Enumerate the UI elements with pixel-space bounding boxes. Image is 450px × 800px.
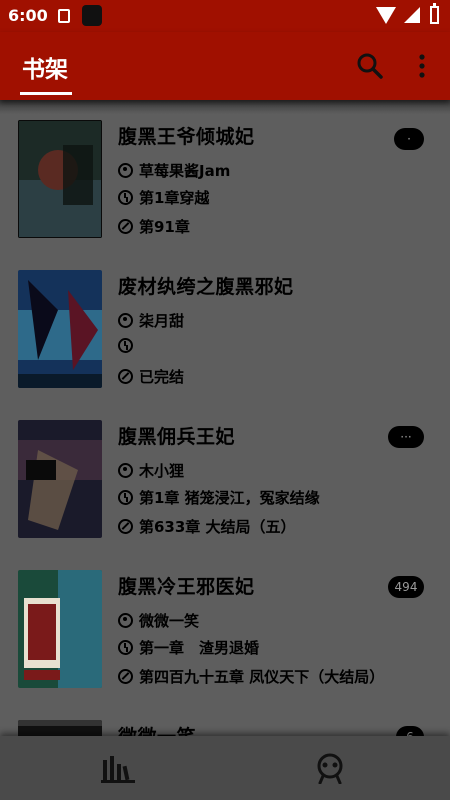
unread-badge: 6 (396, 726, 424, 736)
book-title: 腹黑冷王邪医妃 (118, 576, 255, 598)
compass-icon (118, 669, 133, 684)
book-title: 废材纨绔之腹黑邪妃 (118, 276, 294, 298)
book-read-chapter (118, 337, 139, 355)
book-title: 微微一笑 (118, 722, 196, 736)
book-item[interactable]: 废材纨绔之腹黑邪妃 柒月甜 已完结 (0, 254, 450, 388)
book-item[interactable]: 腹黑冷王邪医妃 微微一笑 第一章 渣男退婚 第四百九十五章 凤仪天下（大结局） … (0, 554, 450, 688)
compass-icon (118, 369, 133, 384)
book-latest-chapter: 第633章 大结局（五） (118, 516, 296, 537)
status-time: 6:00 (8, 6, 48, 25)
unread-badge: 494 (388, 576, 424, 598)
book-latest-chapter: 第四百九十五章 凤仪天下（大结局） (118, 666, 384, 687)
more-vert-icon[interactable] (414, 52, 430, 80)
book-latest-chapter: 已完结 (118, 366, 184, 387)
bookshelf-icon[interactable] (100, 752, 136, 784)
book-latest-chapter: 第91章 (118, 216, 190, 237)
author-icon (118, 613, 133, 628)
book-author: 微微一笑 (118, 610, 199, 631)
book-item[interactable]: 微微一笑 6 (0, 704, 450, 736)
author-icon (118, 463, 133, 478)
bottom-nav (0, 736, 450, 800)
clock-icon (118, 190, 133, 205)
clock-icon (118, 338, 133, 353)
author-icon (118, 163, 133, 178)
discover-icon[interactable] (314, 752, 346, 784)
book-cover (18, 270, 102, 388)
unread-badge: · (394, 128, 424, 150)
book-title: 腹黑佣兵王妃 (118, 426, 236, 448)
book-author: 柒月甜 (118, 310, 184, 331)
book-read-chapter: 第1章 猪笼浸江，冤家结缘 (118, 487, 320, 508)
book-read-chapter: 第一章 渣男退婚 (118, 637, 259, 658)
search-icon[interactable] (356, 52, 384, 80)
compass-icon (118, 519, 133, 534)
book-author: 木小狸 (118, 460, 184, 481)
app-bar: 书架 (0, 32, 450, 100)
book-cover (18, 720, 102, 736)
book-cover (18, 570, 102, 688)
book-cover (18, 420, 102, 538)
unread-badge: ··· (388, 426, 424, 448)
compass-icon (118, 219, 133, 234)
tab-bookshelf[interactable]: 书架 (22, 50, 68, 84)
signal-icon (404, 7, 420, 23)
book-read-chapter: 第1章穿越 (118, 187, 209, 208)
app-icon (82, 5, 102, 26)
author-icon (118, 313, 133, 328)
wifi-icon (376, 7, 396, 24)
tab-indicator (20, 92, 72, 95)
battery-icon (430, 3, 439, 24)
book-item[interactable]: 腹黑王爷倾城妃 草莓果酱Jam 第1章穿越 第91章 · (0, 104, 450, 238)
book-cover (18, 120, 102, 238)
book-item[interactable]: 腹黑佣兵王妃 木小狸 第1章 猪笼浸江，冤家结缘 第633章 大结局（五） ··… (0, 404, 450, 538)
status-bar: 6:00 (0, 0, 450, 32)
notification-icon (58, 9, 70, 23)
book-title: 腹黑王爷倾城妃 (118, 126, 255, 148)
clock-icon (118, 490, 133, 505)
book-list[interactable]: 腹黑王爷倾城妃 草莓果酱Jam 第1章穿越 第91章 · 废材纨绔之腹黑邪妃 柒… (0, 100, 450, 736)
book-author: 草莓果酱Jam (118, 160, 230, 181)
clock-icon (118, 640, 133, 655)
